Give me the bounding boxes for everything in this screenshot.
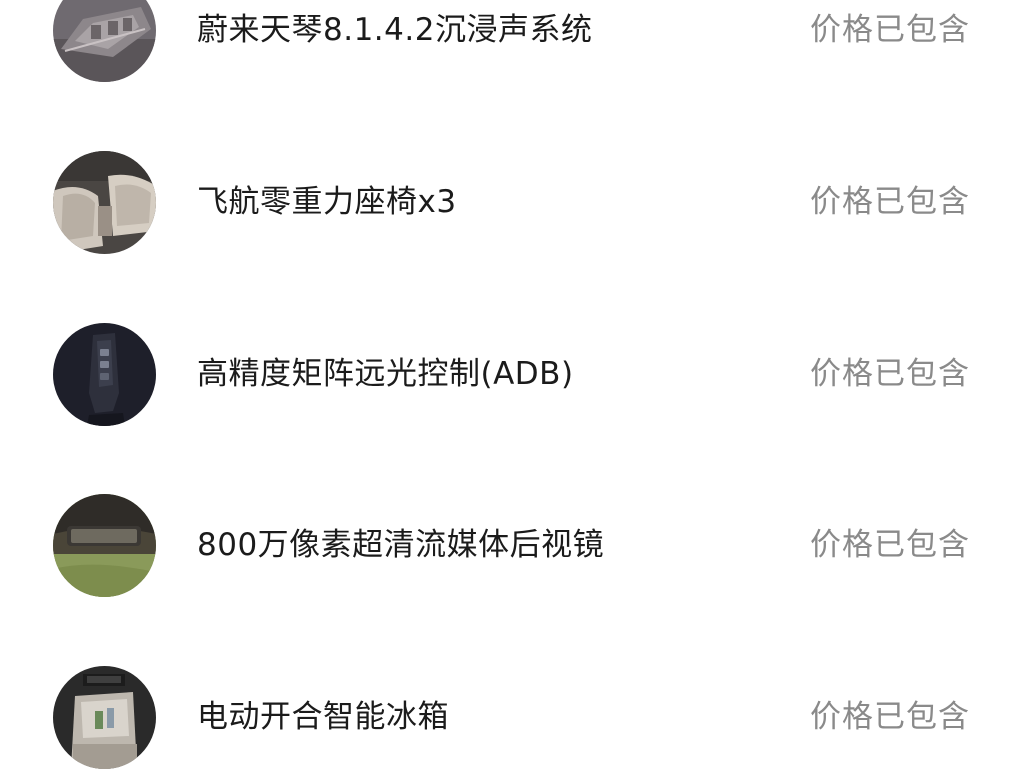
feature-name: 高精度矩阵远光控制(ADB) — [197, 356, 574, 392]
zero-gravity-seat-icon — [53, 151, 156, 254]
feature-row-adb-headlight[interactable]: 高精度矩阵远光控制(ADB) 价格已包含 — [0, 319, 1024, 429]
feature-row-smart-fridge[interactable]: 电动开合智能冰箱 价格已包含 — [0, 662, 1024, 772]
price-status: 价格已包含 — [810, 527, 970, 563]
headlight-control-icon — [53, 323, 156, 426]
feature-row-rearview-mirror[interactable]: 800万像素超清流媒体后视镜 价格已包含 — [0, 490, 1024, 600]
price-status: 价格已包含 — [810, 356, 970, 392]
smart-fridge-icon — [53, 666, 156, 769]
price-status: 价格已包含 — [810, 184, 970, 220]
price-status: 价格已包含 — [810, 699, 970, 735]
feature-name: 800万像素超清流媒体后视镜 — [197, 527, 605, 563]
car-cabin-audio-icon — [53, 0, 156, 82]
streaming-rearview-mirror-icon — [53, 494, 156, 597]
price-status: 价格已包含 — [810, 12, 970, 48]
feature-name: 蔚来天琴8.1.4.2沉浸声系统 — [197, 12, 593, 48]
feature-row-audio-system[interactable]: 蔚来天琴8.1.4.2沉浸声系统 价格已包含 — [0, 0, 1024, 85]
feature-name: 飞航零重力座椅x3 — [197, 184, 457, 220]
feature-list: 蔚来天琴8.1.4.2沉浸声系统 价格已包含 飞航零重力座椅x3 价格已包含 高… — [0, 0, 1024, 769]
feature-name: 电动开合智能冰箱 — [197, 699, 449, 735]
feature-row-zero-gravity-seats[interactable]: 飞航零重力座椅x3 价格已包含 — [0, 147, 1024, 257]
